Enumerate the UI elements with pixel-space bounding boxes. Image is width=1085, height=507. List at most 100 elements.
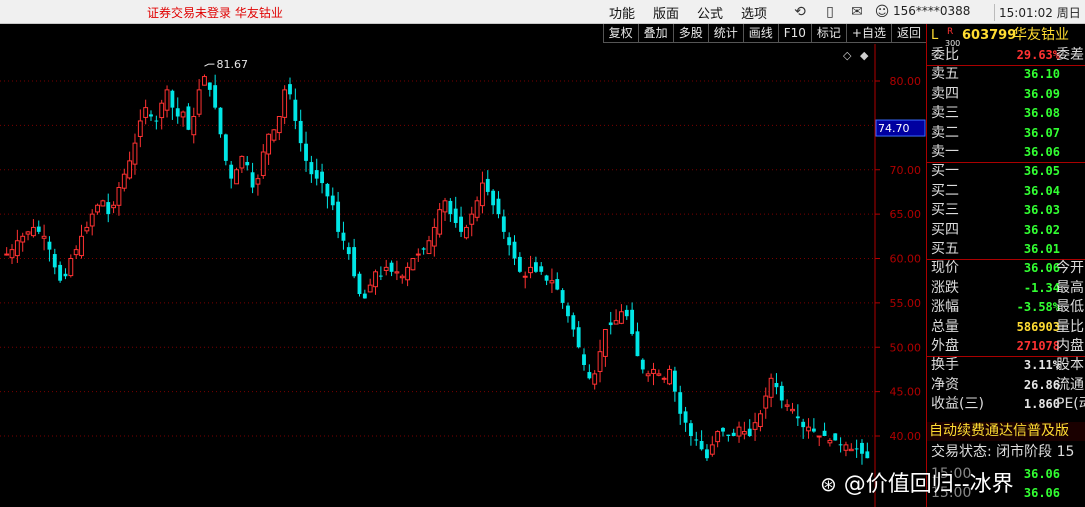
candle-body [239, 155, 245, 169]
quote-row: 买一 36.05 [927, 162, 1085, 181]
candle-body [245, 161, 250, 166]
candle-body [63, 273, 68, 277]
quote-value: 36.02 [1023, 222, 1060, 237]
menu-options[interactable]: 选项 [741, 3, 767, 22]
quote-value: 36.09 [1023, 86, 1060, 101]
candle-body [613, 320, 619, 325]
quote-value: 36.06 [1023, 145, 1060, 159]
candle-body [576, 327, 581, 348]
chart-toolbar-button[interactable]: 标记 [810, 24, 846, 43]
quote-label: 换手 [931, 357, 959, 374]
candle-body [394, 271, 400, 274]
candle-body [517, 256, 522, 272]
candle-body [640, 359, 645, 370]
candle-body [437, 209, 443, 235]
y-tick-label: 50.00 [890, 341, 922, 354]
quote-row: 买五 36.01 [927, 240, 1085, 259]
candle-body [705, 449, 709, 459]
weibo-icon: ⊛ [820, 472, 837, 496]
quote-value: 36.10 [1023, 67, 1060, 82]
candle-body [121, 173, 127, 189]
candle-body [341, 232, 346, 241]
quote-label: 卖三 [931, 105, 959, 122]
candle-body [415, 253, 421, 256]
chart-toolbar-button[interactable]: 多股 [672, 24, 708, 43]
candle-body [795, 416, 800, 419]
candle-body [822, 430, 827, 436]
candle-body [325, 183, 330, 197]
quote-label: 现价 [931, 260, 959, 277]
candle-body [459, 216, 463, 232]
candle-body [30, 226, 36, 237]
message-icon[interactable]: ✉ [847, 2, 867, 22]
candle-body [9, 249, 15, 259]
chart-toolbar-button[interactable]: 统计 [707, 24, 743, 43]
candle-body [528, 266, 533, 274]
quote-row: 涨跌 -1.34 最高 [927, 279, 1085, 298]
candle-body [336, 201, 341, 232]
candle-body [431, 226, 437, 247]
candle-body [592, 373, 598, 385]
trade-status-row: 交易状态: 闭市阶段 15 [927, 443, 1085, 462]
candle-body [784, 404, 790, 407]
menu-formula[interactable]: 公式 [697, 3, 723, 22]
peak-label: 81.67 [216, 58, 248, 71]
candle-body [84, 226, 90, 232]
candle-body [4, 253, 10, 256]
clock: 15:01:02 周日 [994, 4, 1081, 21]
user-icon[interactable]: ☺ [872, 2, 892, 22]
login-status-text[interactable]: 证券交易未登录 华友钴业 [147, 4, 283, 21]
chart-toolbar-button[interactable]: 复权 [602, 24, 638, 43]
kline-chart-area[interactable]: 80.0075.0070.0065.0060.0055.0050.0045.00… [0, 24, 926, 507]
candle-body [656, 373, 662, 376]
quote-row: 卖一 36.06 [927, 143, 1085, 162]
y-tick-label: 40.00 [890, 430, 922, 443]
y-tick-label: 70.00 [890, 164, 922, 177]
candle-body [848, 448, 854, 452]
candle-body [560, 290, 565, 303]
candle-body [555, 279, 560, 290]
chart-toolbar-button[interactable]: 叠加 [637, 24, 673, 43]
candle-body [533, 262, 538, 272]
candle-body [747, 428, 752, 436]
phone-icon[interactable]: ▯ [820, 2, 840, 22]
candle-body [485, 178, 490, 192]
candle-body [271, 129, 277, 141]
candle-body [95, 204, 100, 213]
quote-row: 现价 36.06 今开 [927, 259, 1085, 278]
quote-row: 涨幅 -3.58% 最低 [927, 298, 1085, 317]
quote-value: -3.58% [1016, 300, 1060, 315]
candle-body [180, 111, 186, 118]
candle-body [154, 120, 159, 122]
quote-value: 36.07 [1023, 125, 1060, 140]
candle-body [806, 426, 811, 432]
chart-toolbar-button[interactable]: F10 [777, 24, 811, 43]
notice-text[interactable]: 自动续费通达信普及版 [929, 422, 1069, 441]
chart-toolbar-button[interactable]: 画线 [742, 24, 778, 43]
candle-body [571, 315, 576, 330]
candle-body [683, 411, 688, 423]
menu-function[interactable]: 功能 [609, 3, 635, 22]
stock-name: 华友钴业 [1013, 27, 1069, 43]
candle-body [186, 106, 191, 130]
candle-body [421, 248, 426, 250]
candle-body [191, 116, 197, 136]
tick-price: 36.06 [1023, 486, 1060, 500]
candle-body [196, 89, 202, 115]
refresh-icon[interactable]: ⟲ [790, 2, 810, 22]
quote-row: 外盘 271078 内盘 [927, 337, 1085, 356]
candle-body [726, 434, 731, 436]
notice-banner[interactable]: 自动续费通达信普及版 [927, 422, 1085, 441]
menu-layout[interactable]: 版面 [653, 3, 679, 22]
candle-body [512, 241, 517, 259]
chart-toolbar-button[interactable]: 返回 [890, 24, 926, 43]
candle-body [367, 284, 373, 293]
kline-chart[interactable]: 80.0075.0070.0065.0060.0055.0050.0045.00… [0, 24, 926, 507]
user-id[interactable]: 156****0388 [893, 4, 970, 18]
candle-body [170, 90, 175, 108]
candle-body [255, 178, 261, 185]
chart-toolbar-button[interactable]: +自选 [845, 24, 891, 43]
quote-extra-label: 最低 [1056, 299, 1084, 316]
candle-body [721, 427, 725, 432]
candle-body [213, 85, 218, 108]
